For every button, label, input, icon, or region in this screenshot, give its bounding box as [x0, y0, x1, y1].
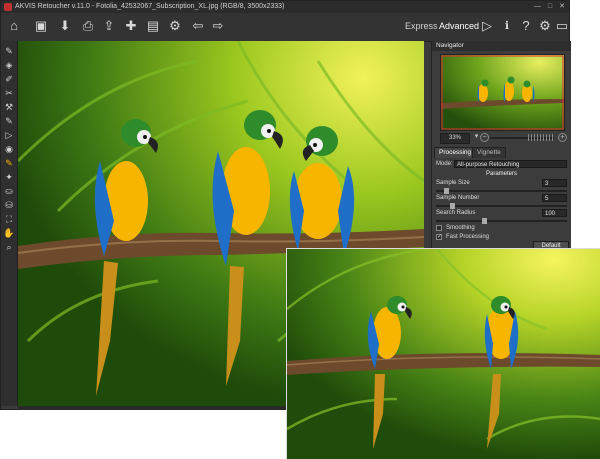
retouch-brush-icon[interactable]: ✎	[3, 45, 15, 57]
sample-number-slider[interactable]	[436, 203, 567, 209]
save-icon[interactable]: ⬇	[56, 17, 74, 35]
home-icon[interactable]: ⌂	[5, 17, 23, 35]
zoom-controls: 33% ▾ − +	[432, 133, 571, 144]
sample-number-row: Sample Number 5	[436, 193, 567, 203]
sample-size-slider[interactable]	[436, 188, 567, 194]
undo-icon[interactable]: ⇦	[189, 17, 207, 35]
active-brush-icon[interactable]: ✎	[3, 157, 15, 169]
title-bar: AKVIS Retoucher v.11.0 - Fotolia_4253206…	[1, 1, 569, 13]
tab-vignette[interactable]: Vignette	[472, 147, 506, 158]
top-toolbar: ⌂ ▣ ⬇ ⎙ ⇪ ✚ ▤ ⚙ ⇦ ⇨ Express Advanced ▷ ℹ…	[1, 13, 569, 42]
zoom-icon[interactable]: ⌕	[3, 241, 15, 253]
help-icon[interactable]: ?	[517, 17, 535, 35]
hand-icon[interactable]: ✋	[3, 227, 15, 239]
zoom-slider[interactable]	[490, 134, 554, 141]
info-icon[interactable]: ℹ	[498, 17, 516, 35]
sample-size-input[interactable]: 3	[542, 179, 567, 187]
retouched-parrots-image	[287, 249, 600, 459]
cut-icon[interactable]: ✂	[3, 87, 15, 99]
healing-icon[interactable]: ✦	[3, 171, 15, 183]
mode-select[interactable]: All-purpose Retouching	[454, 160, 567, 168]
maximize-button[interactable]: □	[548, 1, 552, 13]
tab-processing[interactable]: Processing	[434, 147, 477, 158]
zoom-out-button[interactable]: −	[480, 133, 489, 142]
sample-size-row: Sample Size 3	[436, 178, 567, 188]
crop-icon[interactable]: ⛶	[3, 213, 15, 225]
share-icon[interactable]: ⇪	[100, 17, 118, 35]
sample-number-input[interactable]: 5	[542, 194, 567, 202]
marker-icon[interactable]: ✐	[3, 73, 15, 85]
search-radius-input[interactable]: 100	[542, 209, 567, 217]
search-radius-row: Search Radius 100	[436, 208, 567, 218]
smoothing-label: Smoothing	[446, 225, 475, 231]
preferences-icon[interactable]: ⚙	[536, 17, 554, 35]
mode-label: Mode:	[436, 161, 453, 167]
panel-tabs: Processing Vignette	[432, 147, 571, 158]
zoom-value[interactable]: 33%	[440, 133, 470, 144]
bucket-icon[interactable]: ⛀	[3, 185, 15, 197]
zoom-in-button[interactable]: +	[558, 133, 567, 142]
open-icon[interactable]: ▣	[32, 17, 50, 35]
sample-size-label: Sample Size	[436, 180, 470, 186]
print-icon[interactable]: ⎙	[79, 17, 97, 35]
redo-icon[interactable]: ⇨	[209, 17, 227, 35]
plugin-icon[interactable]: ✚	[122, 17, 140, 35]
display-icon[interactable]: ▭	[553, 17, 571, 35]
close-button[interactable]: ✕	[559, 1, 565, 13]
mode-row: Mode: All-purpose Retouching	[436, 159, 567, 169]
run-icon[interactable]: ▷	[478, 17, 496, 35]
mode-express[interactable]: Express	[405, 21, 438, 31]
navigator-preview-image	[441, 55, 564, 130]
navigator-header: Navigator	[432, 41, 571, 51]
pencil-icon[interactable]: ✎	[3, 115, 15, 127]
navigator-thumbnail[interactable]	[440, 54, 565, 131]
window-title: AKVIS Retoucher v.11.0 - Fotolia_4253206…	[15, 3, 285, 10]
fast-processing-checkbox[interactable]: ✓	[436, 234, 442, 240]
settings-icon[interactable]: ⚙	[166, 17, 184, 35]
run-tool-icon[interactable]: ▷	[3, 129, 15, 141]
mode-advanced[interactable]: Advanced	[439, 21, 479, 31]
selection-icon[interactable]: ◈	[3, 59, 15, 71]
app-logo-icon	[4, 3, 12, 11]
batch-icon[interactable]: ▤	[144, 17, 162, 35]
tool-palette: ✎ ◈ ✐ ✂ ⚒ ✎ ▷ ◉ ✎ ✦ ⛀ ⛁ ⛶ ✋ ⌕	[1, 41, 18, 406]
result-image	[286, 248, 600, 459]
search-radius-label: Search Radius	[436, 210, 476, 216]
smoothing-checkbox[interactable]	[436, 225, 442, 231]
fast-processing-label: Fast Processing	[446, 234, 490, 240]
minimize-button[interactable]: —	[534, 1, 541, 13]
search-radius-slider[interactable]	[436, 218, 567, 224]
bucket-alt-icon[interactable]: ⛁	[3, 199, 15, 211]
stamp-icon[interactable]: ⚒	[3, 101, 15, 113]
circle-icon[interactable]: ◉	[3, 143, 15, 155]
sample-number-label: Sample Number	[436, 195, 480, 201]
